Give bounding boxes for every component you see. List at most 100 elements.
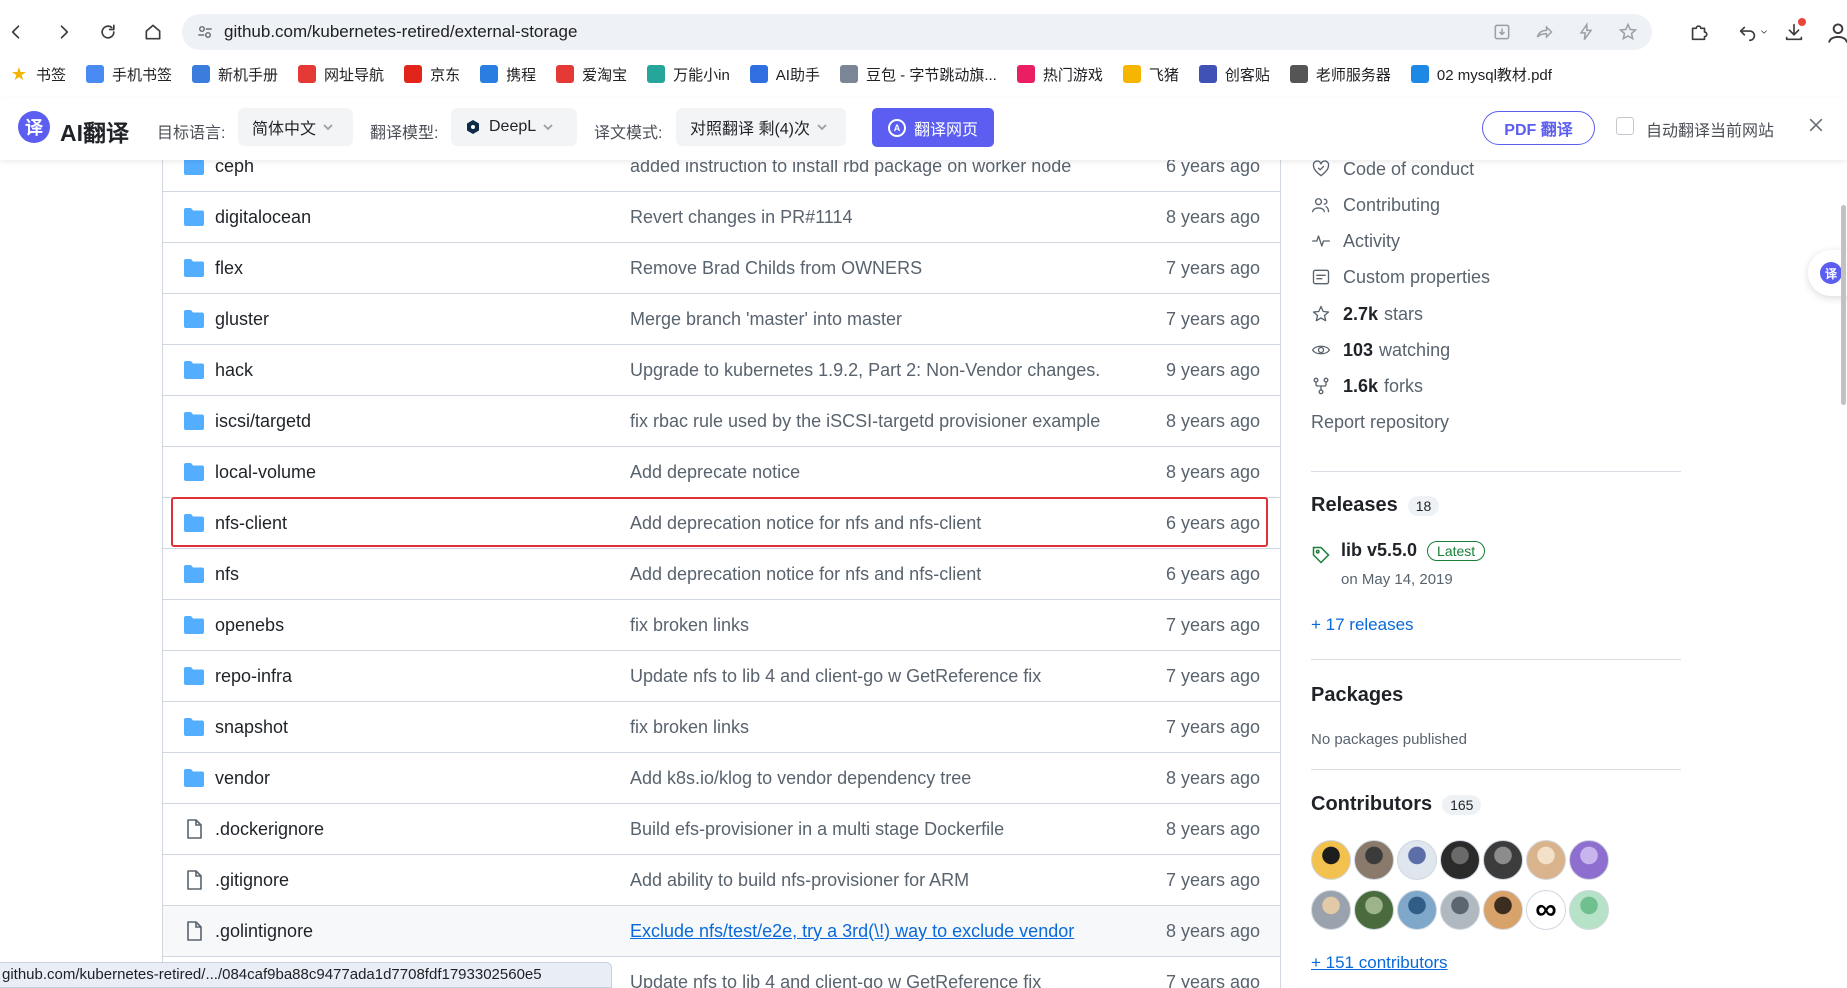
file-name[interactable]: digitalocean (215, 207, 311, 228)
bookmark-item[interactable]: 携程 (480, 60, 536, 88)
file-row[interactable]: snapshot fix broken links 7 years ago (163, 701, 1280, 752)
file-row[interactable]: vendor Add k8s.io/klog to vendor dependen… (163, 752, 1280, 803)
bookmark-item[interactable]: 爱淘宝 (556, 60, 627, 88)
file-name[interactable]: repo-infra (215, 666, 292, 687)
bookmark-item[interactable]: 万能小in (647, 60, 730, 88)
bookmark-item[interactable]: 京东 (404, 60, 460, 88)
file-row[interactable]: iscsi/targetd fix rbac rule used by the i… (163, 395, 1280, 446)
avatar[interactable] (1311, 890, 1351, 930)
bookmark-item[interactable]: 新机手册 (192, 60, 278, 88)
file-name[interactable]: hack (215, 360, 253, 381)
file-name[interactable]: local-volume (215, 462, 316, 483)
file-name[interactable]: flex (215, 258, 243, 279)
file-row[interactable]: nfs Add deprecation notice for nfs and nf… (163, 548, 1280, 599)
file-row[interactable]: local-volume Add deprecate notice 8 years … (163, 446, 1280, 497)
file-row[interactable]: .golintignore Exclude nfs/test/e2e, try a… (163, 905, 1280, 956)
bookmark-item[interactable]: 老师服务器 (1289, 60, 1391, 88)
file-row[interactable]: .dockerignore Build efs-provisioner in a … (163, 803, 1280, 854)
sidebar-link[interactable]: 2.7k stars (1311, 300, 1423, 328)
bookmark-item[interactable]: 飞猪 (1122, 60, 1179, 88)
commit-message[interactable]: Update nfs to lib 4 and client-go w GetR… (630, 972, 1041, 988)
commit-message[interactable]: fix broken links (630, 615, 749, 636)
file-row[interactable]: gluster Merge branch 'master' into master… (163, 293, 1280, 344)
bookmark-item[interactable]: 创客贴 (1198, 60, 1270, 88)
share-icon[interactable] (1534, 22, 1554, 42)
commit-message[interactable]: fix rbac rule used by the iSCSI-targetd … (630, 411, 1100, 432)
lightning-icon[interactable] (1576, 22, 1596, 42)
commit-message[interactable]: Add deprecation notice for nfs and nfs-c… (630, 564, 981, 585)
avatar[interactable] (1354, 890, 1394, 930)
file-name[interactable]: iscsi/targetd (215, 411, 311, 432)
avatar[interactable]: ∞ (1526, 890, 1566, 930)
file-row[interactable]: digitalocean Revert changes in PR#1114 8 y… (163, 191, 1280, 242)
extensions-button[interactable] (1683, 16, 1715, 48)
avatar[interactable] (1483, 840, 1523, 880)
avatar[interactable] (1397, 890, 1437, 930)
file-row[interactable]: hack Upgrade to kubernetes 1.9.2, Part 2:… (163, 344, 1280, 395)
bookmark-item[interactable]: ★ 书签 (10, 60, 66, 88)
avatar[interactable] (1354, 840, 1394, 880)
file-name[interactable]: snapshot (215, 717, 288, 738)
site-info-icon[interactable] (196, 23, 214, 41)
close-translate-button[interactable] (1806, 115, 1830, 139)
sidebar-link[interactable]: Activity (1311, 227, 1400, 255)
commit-message[interactable]: Add ability to build nfs-provisioner for… (630, 870, 969, 891)
profile-button[interactable] (1822, 16, 1847, 48)
file-name[interactable]: vendor (215, 768, 270, 789)
bookmark-star-icon[interactable] (1618, 22, 1638, 42)
releases-heading[interactable]: Releases 18 (1311, 494, 1440, 517)
commit-message[interactable]: Build efs-provisioner in a multi stage D… (630, 819, 1004, 840)
commit-message[interactable]: Add deprecate notice (630, 462, 800, 483)
sidebar-link[interactable]: Custom properties (1311, 263, 1490, 291)
forward-button[interactable] (48, 16, 80, 48)
downloads-button[interactable] (1778, 16, 1810, 48)
file-name[interactable]: nfs-client (215, 513, 287, 534)
commit-message[interactable]: Remove Brad Childs from OWNERS (630, 258, 922, 279)
file-row[interactable]: openebs fix broken links 7 years ago (163, 599, 1280, 650)
translate-page-button[interactable]: A 翻译网页 (872, 108, 994, 147)
avatar[interactable] (1483, 890, 1523, 930)
bookmark-item[interactable]: 豆包 - 字节跳动旗... (839, 60, 997, 88)
file-name[interactable]: openebs (215, 615, 284, 636)
install-app-icon[interactable] (1492, 22, 1512, 42)
commit-message[interactable]: Upgrade to kubernetes 1.9.2, Part 2: Non… (630, 360, 1100, 381)
pdf-translate-button[interactable]: PDF 翻译 (1482, 111, 1595, 145)
sidebar-link[interactable]: Contributing (1311, 191, 1440, 219)
latest-release-link[interactable]: lib v5.5.0 Latest (1341, 540, 1486, 561)
bookmark-item[interactable]: 热门游戏 (1016, 60, 1103, 88)
report-repository-link[interactable]: Report repository (1311, 408, 1449, 436)
file-name[interactable]: .golintignore (215, 921, 313, 942)
home-button[interactable] (137, 16, 169, 48)
file-row[interactable]: flex Remove Brad Childs from OWNERS 7 year… (163, 242, 1280, 293)
avatar[interactable] (1440, 890, 1480, 930)
commit-message[interactable]: Exclude nfs/test/e2e, try a 3rd(\!) way … (630, 921, 1074, 942)
sidebar-link[interactable]: 103 watching (1311, 336, 1450, 364)
file-name[interactable]: .gitignore (215, 870, 289, 891)
packages-heading[interactable]: Packages (1311, 684, 1403, 707)
mode-select[interactable]: 对照翻译 剩(4)次 (676, 108, 846, 146)
reload-button[interactable] (92, 16, 124, 48)
avatar[interactable] (1569, 890, 1609, 930)
commit-message[interactable]: Update nfs to lib 4 and client-go w GetR… (630, 666, 1041, 687)
avatar[interactable] (1311, 840, 1351, 880)
commit-message[interactable]: Add k8s.io/klog to vendor dependency tre… (630, 768, 971, 789)
file-row[interactable]: .gitignore Add ability to build nfs-provi… (163, 854, 1280, 905)
bookmark-item[interactable]: 02 mysql教材.pdf (1410, 60, 1552, 88)
more-releases-link[interactable]: + 17 releases (1311, 615, 1414, 635)
bookmark-item[interactable]: 网址导航 (298, 60, 384, 88)
file-name[interactable]: .dockerignore (215, 819, 324, 840)
file-name[interactable]: nfs (215, 564, 239, 585)
more-contributors-link[interactable]: + 151 contributors (1311, 953, 1448, 973)
undo-menu-button[interactable] (1730, 16, 1776, 48)
avatar[interactable] (1440, 840, 1480, 880)
avatar[interactable] (1569, 840, 1609, 880)
sidebar-link[interactable]: 1.6k forks (1311, 372, 1423, 400)
back-button[interactable] (0, 16, 32, 48)
avatar[interactable] (1526, 840, 1566, 880)
bookmark-item[interactable]: 手机书签 (86, 60, 172, 88)
avatar[interactable] (1397, 840, 1437, 880)
target-language-select[interactable]: 简体中文 (238, 108, 353, 146)
file-name[interactable]: gluster (215, 309, 269, 330)
bookmark-item[interactable]: AI助手 (749, 60, 820, 88)
address-bar[interactable]: github.com/kubernetes-retired/external-s… (182, 14, 1652, 50)
